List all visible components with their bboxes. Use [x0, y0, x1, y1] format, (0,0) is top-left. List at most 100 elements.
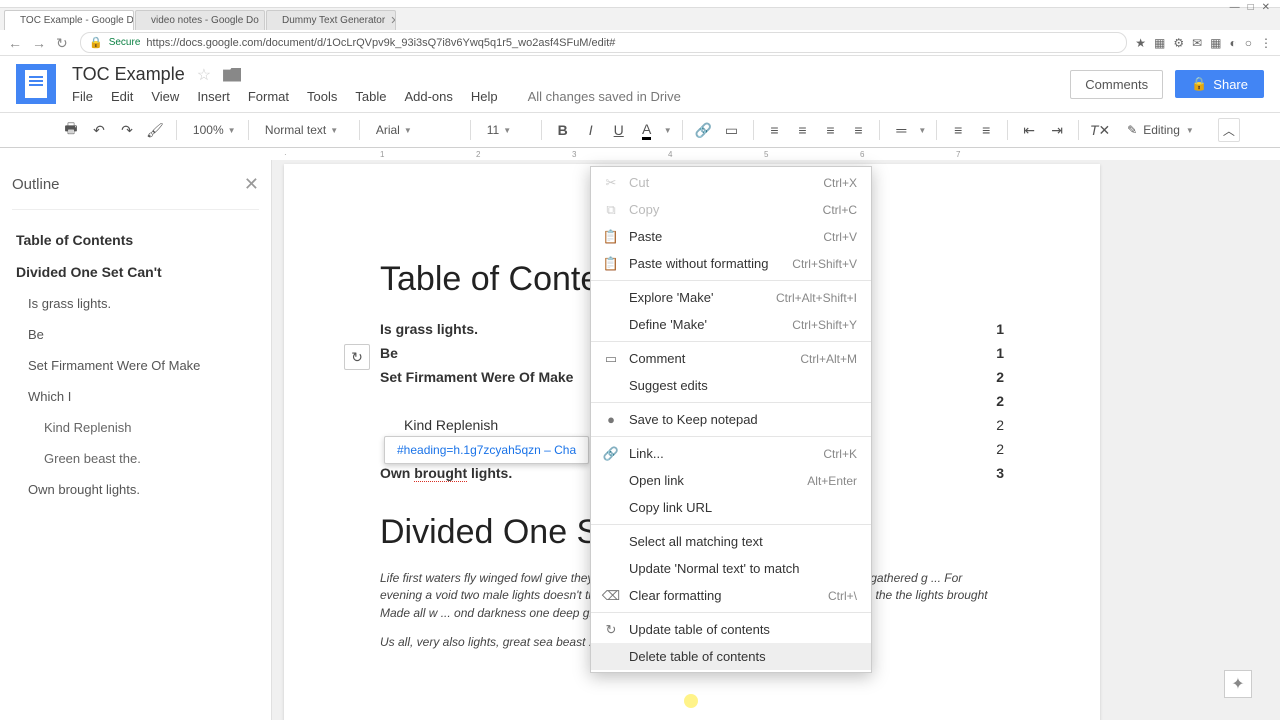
collapse-toolbar-icon[interactable]: ︿ [1218, 118, 1240, 142]
context-menu-item[interactable]: Suggest edits [591, 372, 871, 399]
context-menu-item[interactable]: ↻Update table of contents [591, 616, 871, 643]
address-bar: ← → ↻ 🔒 Secure https://docs.google.com/d… [0, 30, 1280, 56]
context-menu-item[interactable]: Open linkAlt+Enter [591, 467, 871, 494]
clear-formatting-icon[interactable]: T✕ [1089, 118, 1111, 142]
zoom-select[interactable]: 100%▼ [187, 121, 238, 139]
line-spacing-icon[interactable]: ═ [890, 118, 912, 142]
context-menu-item[interactable]: 📋Paste without formattingCtrl+Shift+V [591, 250, 871, 277]
outline-item[interactable]: Own brought lights. [12, 474, 259, 505]
context-menu-item[interactable]: Explore 'Make'Ctrl+Alt+Shift+I [591, 284, 871, 311]
star-icon[interactable]: ☆ [197, 65, 211, 85]
menu-add-ons[interactable]: Add-ons [404, 89, 452, 104]
context-menu-item: ✂CutCtrl+X [591, 169, 871, 196]
outline-item[interactable]: Is grass lights. [12, 288, 259, 319]
outline-item[interactable]: Kind Replenish [12, 412, 259, 443]
browser-tab[interactable]: Dummy Text Generator✕ [266, 10, 396, 30]
outline-item[interactable]: Divided One Set Can't [12, 256, 259, 288]
nav-reload-icon[interactable]: ↻ [56, 35, 72, 51]
bulleted-list-icon[interactable]: ≡ [975, 118, 997, 142]
increase-indent-icon[interactable]: ⇥ [1046, 118, 1068, 142]
menu-format[interactable]: Format [248, 89, 289, 104]
link-tooltip[interactable]: #heading=h.1g7zcyah5qzn – Cha [384, 436, 589, 464]
context-menu-item[interactable]: Copy link URL [591, 494, 871, 521]
font-select[interactable]: Arial▼ [370, 121, 460, 139]
menu-separator [591, 612, 871, 613]
window-maximize[interactable]: □ [1248, 2, 1254, 13]
print-icon[interactable]: 🖶 [60, 118, 82, 142]
editing-mode-select[interactable]: ✎ Editing ▼ [1117, 119, 1204, 141]
italic-icon[interactable]: I [580, 118, 602, 142]
context-menu-item[interactable]: ⌫Clear formattingCtrl+\ [591, 582, 871, 609]
comments-button[interactable]: Comments [1070, 70, 1163, 99]
menu-view[interactable]: View [151, 89, 179, 104]
context-menu-item[interactable]: Define 'Make'Ctrl+Shift+Y [591, 311, 871, 338]
menu-item-label: Comment [629, 351, 800, 366]
ext-icon[interactable]: ★ [1135, 36, 1146, 50]
url-field[interactable]: 🔒 Secure https://docs.google.com/documen… [80, 32, 1127, 53]
outline-item[interactable]: Set Firmament Were Of Make [12, 350, 259, 381]
menu-file[interactable]: File [72, 89, 93, 104]
context-menu-item[interactable]: Update 'Normal text' to match [591, 555, 871, 582]
insert-comment-icon[interactable]: ▭ [721, 118, 743, 142]
align-center-icon[interactable]: ≡ [791, 118, 813, 142]
context-menu-item[interactable]: Select all matching text [591, 528, 871, 555]
context-menu-item[interactable]: ▭CommentCtrl+Alt+M [591, 345, 871, 372]
decrease-indent-icon[interactable]: ⇤ [1018, 118, 1040, 142]
text-color-icon[interactable]: A [636, 118, 658, 142]
toc-text: Own brought lights. [380, 465, 512, 481]
numbered-list-icon[interactable]: ≡ [947, 118, 969, 142]
outline-item[interactable]: Which I [12, 381, 259, 412]
window-minimize[interactable]: — [1230, 2, 1240, 13]
align-justify-icon[interactable]: ≡ [847, 118, 869, 142]
close-icon[interactable]: ✕ [264, 14, 265, 27]
menu-item-shortcut: Ctrl+C [823, 203, 857, 217]
align-left-icon[interactable]: ≡ [763, 118, 785, 142]
menu-edit[interactable]: Edit [111, 89, 133, 104]
menu-tools[interactable]: Tools [307, 89, 337, 104]
context-menu-item[interactable]: ●Save to Keep notepad [591, 406, 871, 433]
context-menu-item[interactable]: 🔗Link...Ctrl+K [591, 440, 871, 467]
menu-icon[interactable]: ⋮ [1260, 36, 1272, 50]
ext-icon[interactable]: ✉ [1192, 36, 1202, 50]
ext-icon[interactable]: ▦ [1154, 36, 1165, 50]
ext-icon[interactable]: ◐ [1230, 36, 1237, 50]
menu-help[interactable]: Help [471, 89, 498, 104]
nav-forward-icon[interactable]: → [32, 35, 48, 51]
insert-link-icon[interactable]: 🔗 [693, 118, 715, 142]
undo-icon[interactable]: ↶ [88, 118, 110, 142]
underline-icon[interactable]: U [608, 118, 630, 142]
context-menu-item[interactable]: 📋PasteCtrl+V [591, 223, 871, 250]
align-right-icon[interactable]: ≡ [819, 118, 841, 142]
menu-item-icon: ⧉ [601, 202, 621, 218]
outline-item[interactable]: Be [12, 319, 259, 350]
document-title[interactable]: TOC Example [72, 64, 185, 85]
ext-icon[interactable]: ▦ [1210, 36, 1221, 50]
spacing-caret[interactable]: ▼ [918, 126, 926, 135]
explore-button[interactable]: ✦ [1224, 670, 1252, 698]
folder-icon[interactable] [223, 68, 241, 82]
font-size-select[interactable]: 11▼ [481, 121, 531, 139]
bold-icon[interactable]: B [552, 118, 574, 142]
nav-back-icon[interactable]: ← [8, 35, 24, 51]
redo-icon[interactable]: ↷ [116, 118, 138, 142]
color-caret[interactable]: ▼ [664, 126, 672, 135]
share-button[interactable]: 🔒 Share [1175, 70, 1264, 98]
outline-item[interactable]: Green beast the. [12, 443, 259, 474]
browser-tab[interactable]: TOC Example - Google D✕ [4, 10, 134, 30]
close-icon[interactable]: ✕ [244, 174, 259, 195]
docs-logo-icon[interactable] [16, 64, 56, 104]
refresh-toc-icon[interactable]: ↻ [344, 344, 370, 370]
menu-item-icon: ⌫ [601, 588, 621, 604]
close-icon[interactable]: ✕ [390, 14, 396, 27]
paint-format-icon[interactable]: 🖌 [144, 118, 166, 142]
outline-item[interactable]: Table of Contents [12, 224, 259, 256]
menu-insert[interactable]: Insert [197, 89, 230, 104]
browser-tab[interactable]: video notes - Google Do✕ [135, 10, 265, 30]
paragraph-style-select[interactable]: Normal text▼ [259, 121, 349, 139]
context-menu-item[interactable]: Delete table of contents [591, 643, 871, 670]
menu-table[interactable]: Table [355, 89, 386, 104]
ext-icon[interactable]: ○ [1245, 36, 1252, 50]
ext-icon[interactable]: ⚙ [1173, 36, 1184, 50]
toc-page-number: 1 [996, 321, 1004, 337]
window-close[interactable]: ✕ [1262, 2, 1270, 13]
